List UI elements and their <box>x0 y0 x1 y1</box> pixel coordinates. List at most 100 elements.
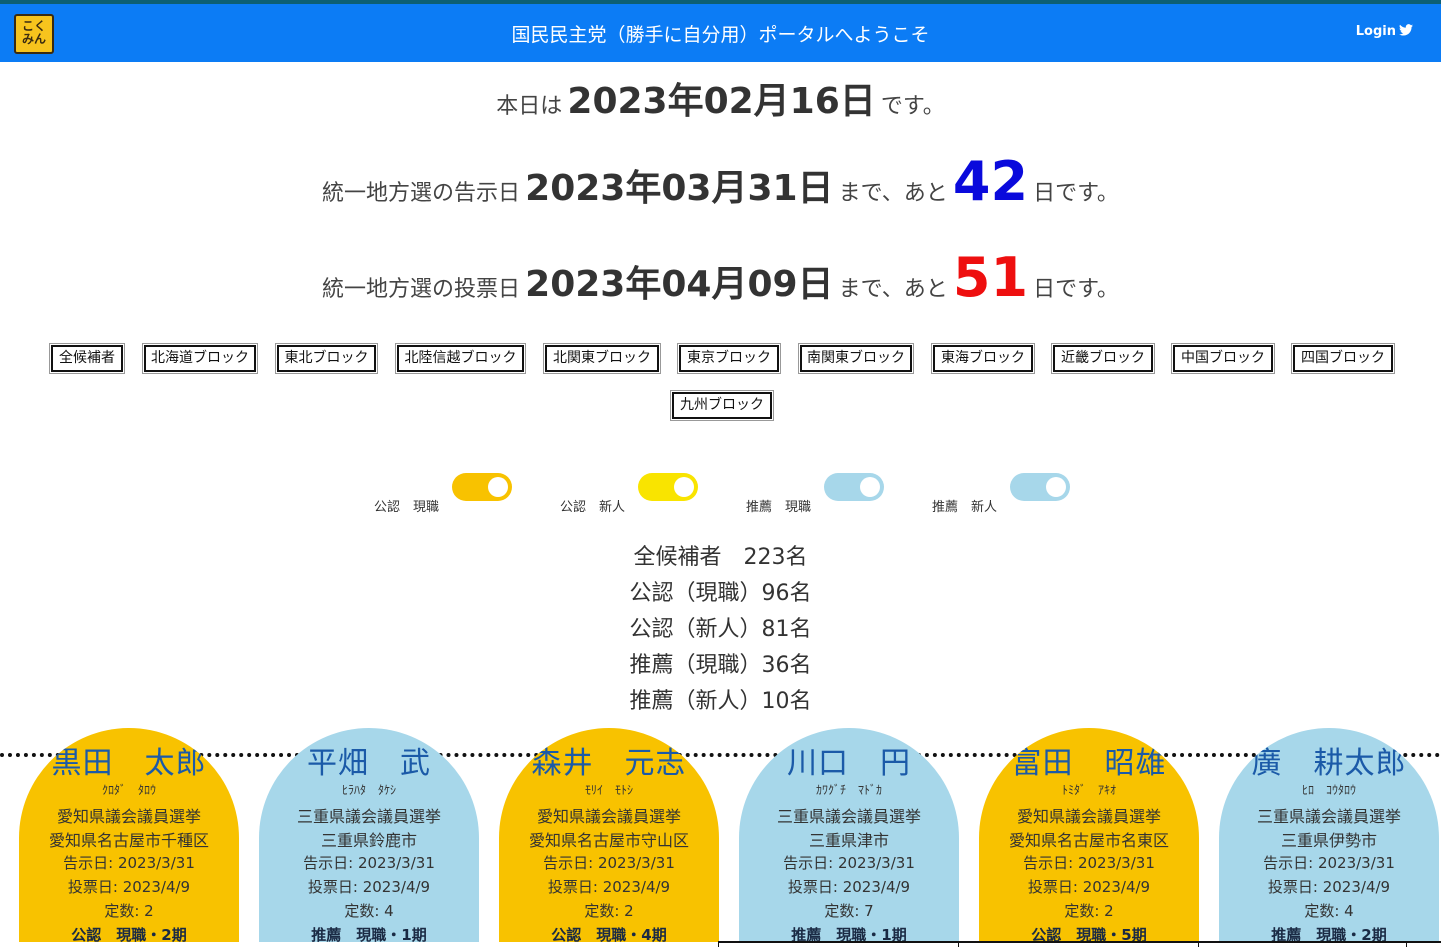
toggle-knob <box>1046 477 1066 497</box>
block-button-kinki[interactable]: 近畿ブロック <box>1053 345 1153 372</box>
candidate-stats: 全候補者 223名 公認（現職）96名 公認（新人）81名 推薦（現職）36名 … <box>0 540 1441 720</box>
today-suffix: です。 <box>880 94 945 119</box>
toggle-knob <box>860 477 880 497</box>
kokuji-line: 統一地方選の告示日 2023年03月31日 まで、あと 42 日です。 <box>0 150 1441 213</box>
candidate-election: 三重県議会議員選挙 <box>296 807 441 826</box>
candidate-name: 廣 耕太郎 <box>1251 746 1407 781</box>
candidate-card[interactable]: 森井 元志 ﾓﾘｲ ﾓﾄｼ 愛知県議会議員選挙 愛知県名古屋市守山区 告示日: … <box>499 728 719 942</box>
divider-tick <box>958 941 959 947</box>
candidate-status: 推薦 現職・2期 <box>1271 926 1387 942</box>
candidate-touhyou: 投票日: 2023/4/9 <box>547 878 671 896</box>
block-button-kyushu[interactable]: 九州ブロック <box>672 392 772 419</box>
candidate-district: 三重県鈴鹿市 <box>320 831 417 850</box>
candidate-status: 公認 現職・5期 <box>1031 926 1147 942</box>
kokuji-suffix: 日です。 <box>1033 181 1119 206</box>
candidate-name: 川口 円 <box>787 746 911 781</box>
kokuji-prefix: 統一地方選の告示日 <box>322 181 521 206</box>
toggle-suisen-genshoku[interactable] <box>824 473 884 501</box>
page-title: 国民民主党（勝手に自分用）ポータルへようこそ <box>511 24 930 46</box>
toggle-koukin-shinjin[interactable] <box>638 473 698 501</box>
candidate-election: 愛知県議会議員選挙 <box>536 807 681 826</box>
candidate-name: 富田 昭雄 <box>1011 746 1167 781</box>
candidate-kana: ｶﾜｸﾞﾁ ﾏﾄﾞｶ <box>815 783 882 797</box>
header-bar: こく みん 国民民主党（勝手に自分用）ポータルへようこそ Login <box>0 4 1441 62</box>
kokuji-mid: まで、あと <box>838 181 948 206</box>
stat-koukin-genshoku: 公認（現職）96名 <box>629 581 812 606</box>
block-button-minamikanto[interactable]: 南関東ブロック <box>800 345 912 372</box>
toggle-label-suisen-shinjin: 推薦 新人 <box>932 500 998 515</box>
block-button-tohoku[interactable]: 東北ブロック <box>277 345 376 372</box>
kokuji-days: 42 <box>952 150 1029 213</box>
candidate-teisu: 定数: 2 <box>104 902 154 920</box>
candidate-kokuji: 告示日: 2023/3/31 <box>1263 854 1395 872</box>
login-label: Login <box>1355 24 1396 39</box>
block-button-hokkaido[interactable]: 北海道ブロック <box>144 345 256 372</box>
candidate-card[interactable]: 平畑 武 ﾋﾗﾊﾀ ﾀｹｼ 三重県議会議員選挙 三重県鈴鹿市 告示日: 2023… <box>259 728 479 942</box>
toggle-label-koukin-shinjin: 公認 新人 <box>560 500 626 515</box>
login-link[interactable]: Login <box>1356 24 1413 39</box>
touhyou-mid: まで、あと <box>838 277 948 302</box>
touhyou-line: 統一地方選の投票日 2023年04月09日 まで、あと 51 日です。 <box>0 246 1441 309</box>
bottom-divider <box>718 941 1441 943</box>
candidate-kana: ｸﾛﾀﾞ ﾀﾛｳ <box>101 783 156 797</box>
candidate-kokuji: 告示日: 2023/3/31 <box>543 854 675 872</box>
candidate-teisu: 定数: 2 <box>1064 902 1114 920</box>
candidate-district: 三重県伊勢市 <box>1280 831 1377 850</box>
block-button-tokai[interactable]: 東海ブロック <box>933 345 1033 372</box>
block-button-tokyo[interactable]: 東京ブロック <box>679 345 779 372</box>
candidate-card[interactable]: 川口 円 ｶﾜｸﾞﾁ ﾏﾄﾞｶ 三重県議会議員選挙 三重県津市 告示日: 202… <box>739 728 959 942</box>
today-line: 本日は 2023年02月16日 です。 <box>0 72 1441 124</box>
block-button-hokuriku-shinetsu[interactable]: 北陸信越ブロック <box>397 345 524 372</box>
candidate-touhyou: 投票日: 2023/4/9 <box>67 878 191 896</box>
stat-suisen-genshoku: 推薦（現職）36名 <box>629 653 812 678</box>
candidate-card[interactable]: 富田 昭雄 ﾄﾐﾀﾞ ｱｷｵ 愛知県議会議員選挙 愛知県名古屋市名東区 告示日:… <box>979 728 1199 942</box>
block-button-kitakanto[interactable]: 北関東ブロック <box>545 345 659 372</box>
candidate-touhyou: 投票日: 2023/4/9 <box>787 878 911 896</box>
touhyou-suffix: 日です。 <box>1033 277 1119 302</box>
candidate-touhyou: 投票日: 2023/4/9 <box>1267 878 1391 896</box>
candidate-teisu: 定数: 2 <box>584 902 634 920</box>
candidate-district: 三重県津市 <box>808 831 889 850</box>
block-button-shikoku[interactable]: 四国ブロック <box>1293 345 1393 372</box>
touhyou-prefix: 統一地方選の投票日 <box>322 277 521 302</box>
candidate-card[interactable]: 黒田 太郎 ｸﾛﾀﾞ ﾀﾛｳ 愛知県議会議員選挙 愛知県名古屋市千種区 告示日:… <box>19 728 239 942</box>
candidate-kokuji: 告示日: 2023/3/31 <box>1023 854 1155 872</box>
block-button-chugoku[interactable]: 中国ブロック <box>1173 345 1273 372</box>
candidate-kokuji: 告示日: 2023/3/31 <box>303 854 435 872</box>
candidate-touhyou: 投票日: 2023/4/9 <box>307 878 431 896</box>
candidate-name: 森井 元志 <box>531 746 687 781</box>
candidate-kana: ﾄﾐﾀﾞ ｱｷｵ <box>1061 783 1116 797</box>
candidate-district: 愛知県名古屋市守山区 <box>528 831 689 850</box>
candidate-election: 三重県議会議員選挙 <box>1256 807 1401 826</box>
candidate-name: 黒田 太郎 <box>51 746 207 781</box>
candidate-teisu: 定数: 7 <box>824 902 874 920</box>
stat-all: 全候補者 223名 <box>633 545 808 570</box>
stat-koukin-shinjin: 公認（新人）81名 <box>629 617 812 642</box>
toggle-knob <box>674 477 694 497</box>
toggle-suisen-shinjin[interactable] <box>1010 473 1070 501</box>
candidate-touhyou: 投票日: 2023/4/9 <box>1027 878 1151 896</box>
candidate-election: 三重県議会議員選挙 <box>776 807 921 826</box>
candidate-teisu: 定数: 4 <box>1304 902 1354 920</box>
candidate-kana: ﾋﾗﾊﾀ ﾀｹｼ <box>341 783 396 797</box>
toggle-koukin-genshoku[interactable] <box>452 473 512 501</box>
candidate-status: 推薦 現職・1期 <box>311 926 427 942</box>
candidate-election: 愛知県議会議員選挙 <box>56 807 201 826</box>
candidate-name: 平畑 武 <box>307 746 431 781</box>
candidate-kana: ﾓﾘｲ ﾓﾄｼ <box>584 783 633 797</box>
divider-tick <box>1198 941 1199 947</box>
candidate-status: 公認 現職・4期 <box>551 926 667 942</box>
candidate-status: 公認 現職・2期 <box>71 926 187 942</box>
candidate-kokuji: 告示日: 2023/3/31 <box>63 854 195 872</box>
candidate-card[interactable]: 廣 耕太郎 ﾋﾛ ｺｳﾀﾛｳ 三重県議会議員選挙 三重県伊勢市 告示日: 202… <box>1219 728 1439 942</box>
block-button-all[interactable]: 全候補者 <box>51 345 123 372</box>
stat-suisen-shinjin: 推薦（新人）10名 <box>629 689 812 714</box>
touhyou-days: 51 <box>952 246 1029 309</box>
toggle-knob <box>488 477 508 497</box>
candidate-election: 愛知県議会議員選挙 <box>1016 807 1161 826</box>
candidate-teisu: 定数: 4 <box>344 902 394 920</box>
today-prefix: 本日は <box>496 94 563 119</box>
candidate-kokuji: 告示日: 2023/3/31 <box>783 854 915 872</box>
today-date: 2023年02月16日 <box>567 81 876 122</box>
candidate-district: 愛知県名古屋市名東区 <box>1008 831 1169 850</box>
